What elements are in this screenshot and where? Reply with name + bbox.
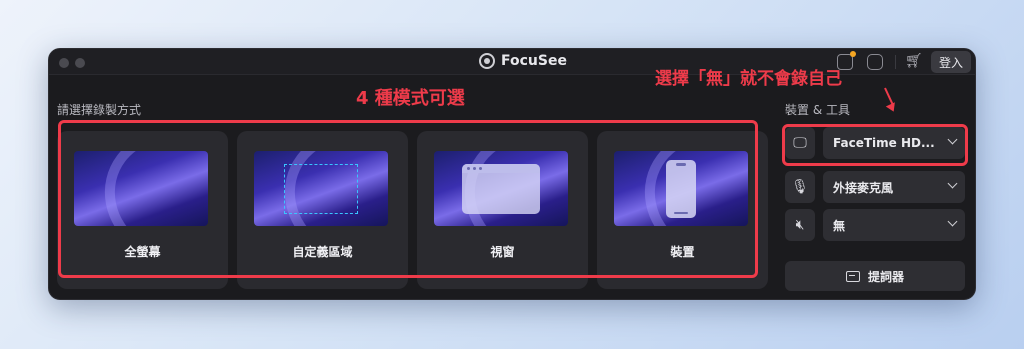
mode-cards: 全螢幕 自定義區域 視窗 裝置	[57, 131, 768, 289]
microphone-row: 🎙︎ 外接麥克風	[785, 171, 965, 203]
phone-notch	[676, 163, 686, 166]
camera-select[interactable]: FaceTime HD...	[823, 127, 965, 159]
notification-dot	[850, 51, 856, 57]
teleprompter-icon	[845, 270, 860, 282]
mode-card-custom-area[interactable]: 自定義區域	[237, 131, 408, 289]
window-dot	[473, 167, 476, 170]
custom-area-thumbnail	[254, 151, 388, 226]
app-title: FocuSee	[501, 53, 567, 69]
window-dot	[467, 167, 470, 170]
devices-tools-label: 裝置 & 工具	[785, 103, 850, 117]
mode-card-window[interactable]: 視窗	[417, 131, 588, 289]
mode-label: 視窗	[490, 245, 515, 259]
audio-select[interactable]: 無	[823, 209, 965, 241]
phone-icon	[666, 160, 696, 218]
modes-annotation: 4 種模式可選	[356, 88, 465, 109]
mode-label: 全螢幕	[124, 245, 161, 259]
chevron-down-icon	[947, 216, 958, 227]
microphone-icon[interactable]: 🎙︎	[785, 171, 815, 203]
speaker-muted-icon[interactable]: 🔇︎	[785, 209, 815, 241]
window-minimize-button[interactable]	[75, 58, 85, 68]
app-brand: FocuSee	[479, 53, 567, 69]
mode-card-device[interactable]: 裝置	[597, 131, 768, 289]
chevron-down-icon	[947, 178, 958, 189]
selection-box-icon	[284, 164, 358, 214]
teleprompter-label: 提詞器	[867, 269, 904, 284]
window-dot	[479, 167, 482, 170]
mode-label: 自定義區域	[292, 245, 353, 259]
audio-value: 無	[833, 218, 846, 233]
window-thumbnail	[434, 151, 568, 226]
camera-value: FaceTime HD...	[833, 136, 935, 150]
history-icon[interactable]	[867, 54, 883, 70]
camera-annotation: 選擇「無」就不會錄自己	[655, 69, 842, 89]
mode-card-fullscreen[interactable]: 全螢幕	[57, 131, 228, 289]
window-icon	[462, 164, 540, 214]
phone-home-bar	[674, 212, 688, 214]
camera-row: 🖵︎ FaceTime HD...	[785, 127, 965, 159]
fullscreen-thumbnail	[74, 151, 208, 226]
window-close-button[interactable]	[59, 58, 69, 68]
teleprompter-button[interactable]: 提詞器	[785, 261, 965, 291]
focusee-logo-icon	[479, 53, 495, 69]
toolbar-divider	[895, 55, 896, 69]
device-thumbnail	[614, 151, 748, 226]
microphone-select[interactable]: 外接麥克風	[823, 171, 965, 203]
chevron-down-icon	[947, 134, 958, 145]
microphone-value: 外接麥克風	[833, 180, 894, 195]
mode-label: 裝置	[670, 245, 695, 259]
audio-row: 🔇︎ 無	[785, 209, 965, 241]
recording-mode-label: 請選擇錄製方式	[57, 103, 142, 117]
login-button[interactable]: 登入	[931, 51, 971, 73]
cart-icon[interactable]: 🛒︎	[905, 53, 923, 69]
webcam-monitor-icon[interactable]: 🖵︎	[785, 127, 815, 159]
